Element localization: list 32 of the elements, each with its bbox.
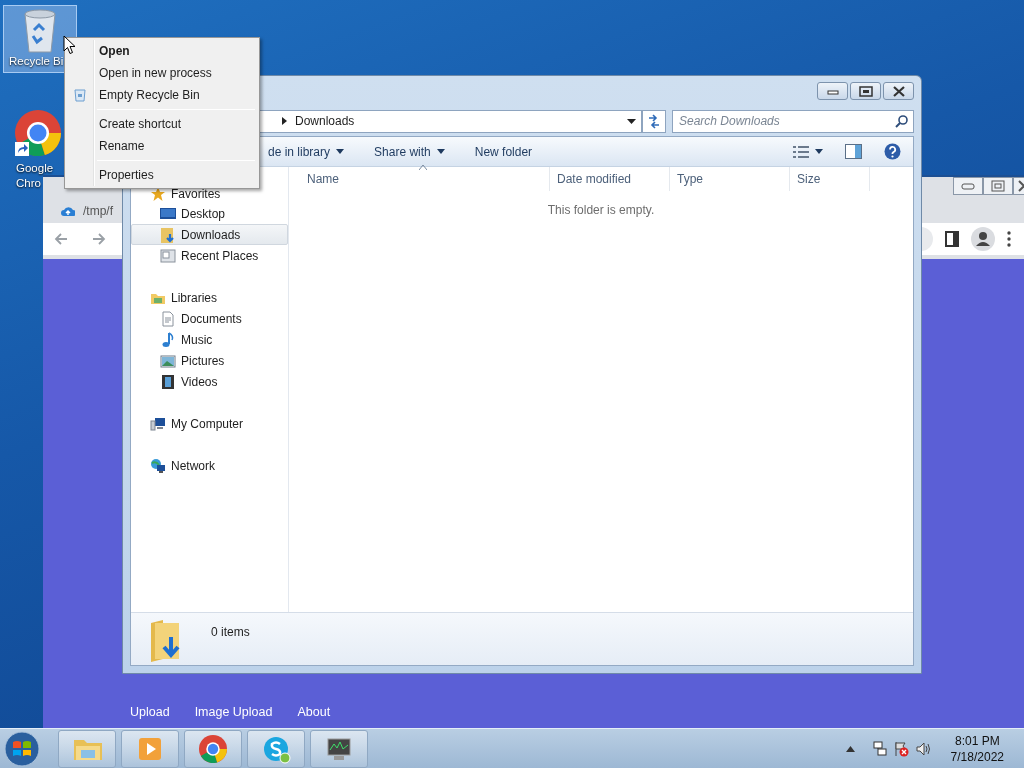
column-header[interactable]: Name xyxy=(289,167,550,191)
toolbar-button[interactable]: Share with xyxy=(374,142,445,161)
footer-link[interactable]: About xyxy=(297,703,331,722)
footer-link[interactable]: Upload xyxy=(130,703,170,722)
clock[interactable]: 8:01 PM 7/18/2022 xyxy=(950,732,1004,765)
nav-item[interactable]: Downloads xyxy=(131,224,288,245)
menu-item[interactable]: Rename xyxy=(67,135,257,157)
browser-tab[interactable]: /tmp/f xyxy=(61,199,113,223)
nav-item[interactable]: Music xyxy=(131,329,288,350)
nav-item[interactable]: Libraries xyxy=(131,287,288,308)
column-header[interactable]: Date modified xyxy=(550,167,670,191)
nav-item[interactable]: Documents xyxy=(131,308,288,329)
menu-item[interactable]: Empty Recycle Bin xyxy=(67,84,257,106)
nav-item[interactable]: Pictures xyxy=(131,350,288,371)
nav-item[interactable]: My Computer xyxy=(131,413,288,434)
menu-item[interactable]: Properties xyxy=(67,164,257,186)
icon-label: Recycle Bi xyxy=(9,54,64,69)
desktop-icon[interactable]: Google Chro xyxy=(14,110,62,192)
column-header[interactable]: Size xyxy=(790,167,870,191)
icon-label: Google Chro xyxy=(16,161,55,191)
nav-item[interactable]: Recent Places xyxy=(131,245,288,266)
nav-item[interactable]: Favorites xyxy=(131,185,288,203)
nav-item[interactable]: Videos xyxy=(131,371,288,392)
column-header[interactable]: Type xyxy=(670,167,790,191)
nav-item[interactable]: Desktop xyxy=(131,203,288,224)
footer-link[interactable]: Image Upload xyxy=(194,703,273,722)
item-count: 0 items xyxy=(211,624,250,641)
toolbar-button[interactable]: New folder xyxy=(474,142,533,161)
nav-item[interactable]: Network xyxy=(131,455,288,476)
empty-message: This folder is empty. xyxy=(546,202,656,219)
toolbar-button[interactable]: de in library xyxy=(268,142,345,161)
search-field[interactable]: Search Downloads xyxy=(672,109,914,133)
